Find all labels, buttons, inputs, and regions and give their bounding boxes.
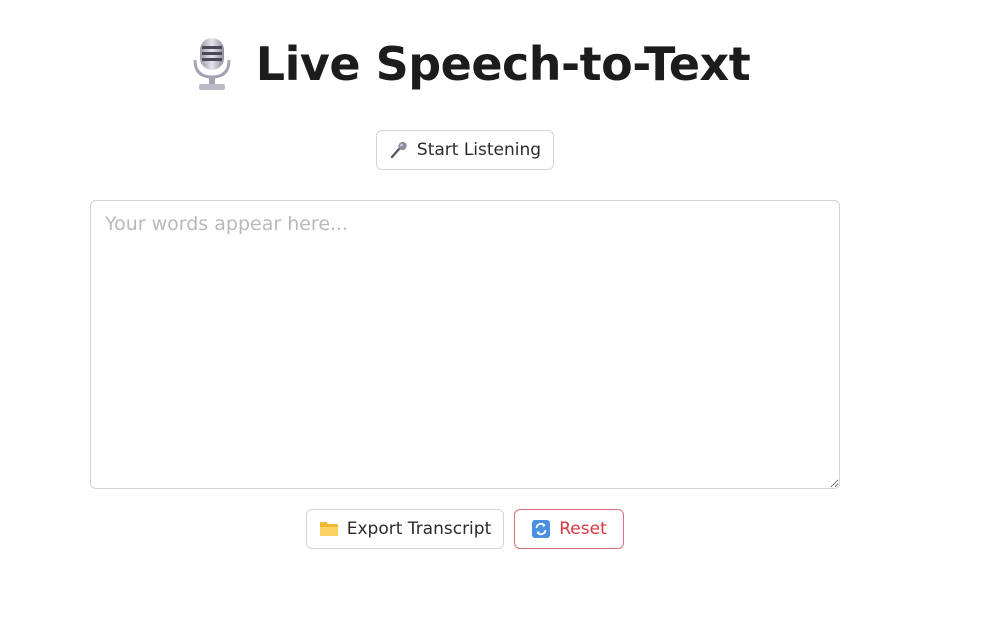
reset-button[interactable]: Reset (514, 509, 624, 549)
header: Live Speech-to-Text (0, 36, 940, 92)
page-title: Live Speech-to-Text (255, 37, 751, 91)
export-transcript-button[interactable]: Export Transcript (306, 509, 504, 549)
start-listening-label: Start Listening (416, 140, 542, 160)
refresh-icon (531, 519, 551, 539)
start-listening-button[interactable]: Start Listening (376, 130, 554, 170)
transcript-textarea[interactable] (90, 200, 840, 489)
studio-microphone-icon (190, 36, 234, 92)
microphone-icon (389, 140, 409, 160)
folder-icon (319, 519, 339, 539)
export-transcript-label: Export Transcript (346, 519, 492, 539)
page: Live Speech-to-Text Start Listening Expo… (0, 0, 982, 635)
reset-label: Reset (559, 519, 607, 539)
